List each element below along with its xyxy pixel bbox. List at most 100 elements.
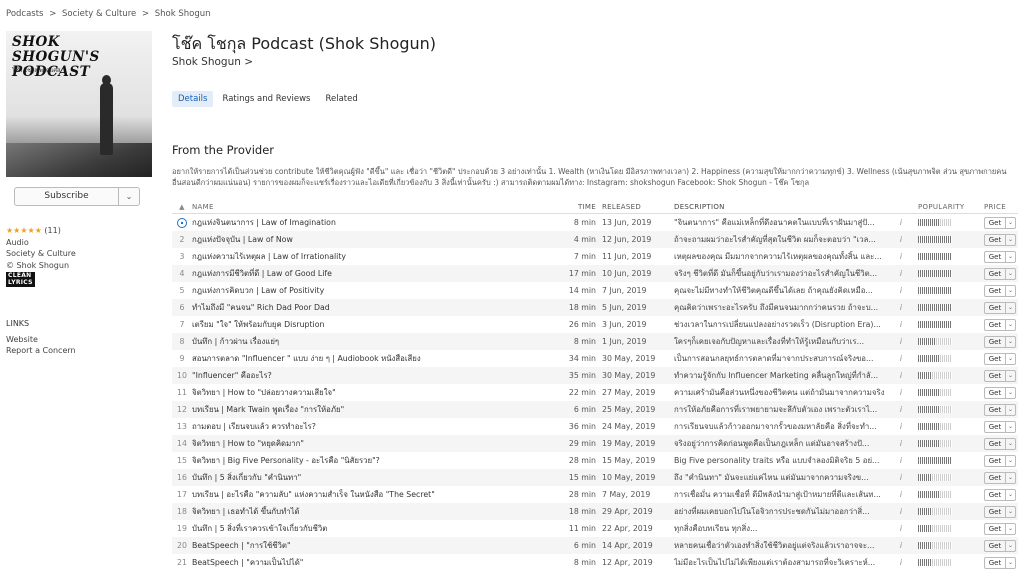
table-row[interactable]: 2 กฎแห่งปัจจุบัน | Law of Now 4 min 12 Jun,… — [172, 231, 1018, 248]
info-icon[interactable]: i — [884, 405, 918, 414]
play-icon[interactable] — [177, 217, 187, 228]
report-concern-link[interactable]: Report a Concern — [6, 345, 76, 356]
table-row[interactable]: 4 กฎแห่งการมีชีวิตที่ดี | Law of Good Lif… — [172, 265, 1018, 282]
table-row[interactable]: 8 บันทึก | ก้าวผ่าน เรื่องแย่ๆ 8 min 1 Jun,… — [172, 333, 1018, 350]
get-dropdown-icon[interactable]: ⌄ — [1006, 541, 1015, 551]
info-icon[interactable]: i — [884, 303, 918, 312]
info-icon[interactable]: i — [884, 524, 918, 533]
now-playing-cell[interactable] — [172, 217, 192, 228]
info-icon[interactable]: i — [884, 422, 918, 431]
get-dropdown-icon[interactable]: ⌄ — [1006, 303, 1015, 313]
column-header-price[interactable]: PRICE — [984, 203, 1018, 211]
get-dropdown-icon[interactable]: ⌄ — [1006, 252, 1015, 262]
get-button[interactable]: Get — [985, 540, 1006, 551]
tab-details[interactable]: Details — [172, 91, 214, 107]
get-button[interactable]: Get — [985, 489, 1006, 500]
info-icon[interactable]: i — [884, 507, 918, 516]
episode-name[interactable]: "Influencer" คืออะไร? — [192, 370, 542, 382]
episode-name[interactable]: จิตวิทยา | How to "หยุดคิดมาก" — [192, 438, 542, 450]
get-dropdown-icon[interactable]: ⌄ — [1006, 354, 1015, 364]
get-dropdown-icon[interactable]: ⌄ — [1006, 422, 1015, 432]
website-link[interactable]: Website — [6, 334, 76, 345]
get-button[interactable]: Get — [985, 557, 1006, 568]
info-icon[interactable]: i — [884, 320, 918, 329]
episode-name[interactable]: บันทึก | 5 สิ่งเกี่ยวกับ "คำนินทา" — [192, 472, 542, 484]
get-button[interactable]: Get — [985, 234, 1006, 245]
episode-name[interactable]: สอนการตลาด "Influencer " แบบ ง่าย ๆ | Au… — [192, 353, 542, 365]
table-row[interactable]: 18 จิตวิทยา | เธอทำได้ ขึ้นกับทำได้ 18 min… — [172, 503, 1018, 520]
table-row[interactable]: 10 "Influencer" คืออะไร? 35 min 30 May, 201… — [172, 367, 1018, 384]
column-header-released[interactable]: RELEASED — [602, 203, 674, 211]
tab-related[interactable]: Related — [319, 91, 363, 107]
episode-name[interactable]: BeatSpeech | "การใช้ชีวิต" — [192, 540, 542, 552]
info-icon[interactable]: i — [884, 235, 918, 244]
get-button[interactable]: Get — [985, 217, 1006, 228]
get-dropdown-icon[interactable]: ⌄ — [1006, 490, 1015, 500]
get-button[interactable]: Get — [985, 302, 1006, 313]
get-dropdown-icon[interactable]: ⌄ — [1006, 405, 1015, 415]
table-row[interactable]: 14 จิตวิทยา | How to "หยุดคิดมาก" 29 min 19… — [172, 435, 1018, 452]
get-button[interactable]: Get — [985, 319, 1006, 330]
table-row[interactable]: 21 BeatSpeech | "ความเป็นไปได้" 8 min 12 Ap… — [172, 554, 1018, 571]
episode-name[interactable]: กฎแห่งความไร้เหตุผล | Law of Irrationali… — [192, 251, 542, 263]
get-dropdown-icon[interactable]: ⌄ — [1006, 507, 1015, 517]
table-row[interactable]: กฎแห่งจินตนาการ | Law of Imagination 8 mi… — [172, 214, 1018, 231]
table-row[interactable]: 20 BeatSpeech | "การใช้ชีวิต" 6 min 14 Apr,… — [172, 537, 1018, 554]
get-dropdown-icon[interactable]: ⌄ — [1006, 218, 1015, 228]
info-icon[interactable]: i — [884, 371, 918, 380]
get-dropdown-icon[interactable]: ⌄ — [1006, 337, 1015, 347]
column-header-time[interactable]: TIME — [542, 203, 602, 211]
table-row[interactable]: 15 จิตวิทยา | Big Five Personality - อะไร… — [172, 452, 1018, 469]
info-icon[interactable]: i — [884, 490, 918, 499]
tab-ratings-reviews[interactable]: Ratings and Reviews — [216, 91, 316, 107]
episode-name[interactable]: ทำไมถึงมี "คนจน" Rich Dad Poor Dad — [192, 302, 542, 314]
get-button[interactable]: Get — [985, 268, 1006, 279]
get-dropdown-icon[interactable]: ⌄ — [1006, 286, 1015, 296]
column-header-name[interactable]: NAME — [192, 203, 542, 211]
episode-name[interactable]: จิตวิทยา | How to "ปล่อยวางความเสียใจ" — [192, 387, 542, 399]
info-icon[interactable]: i — [884, 286, 918, 295]
get-dropdown-icon[interactable]: ⌄ — [1006, 388, 1015, 398]
get-dropdown-icon[interactable]: ⌄ — [1006, 439, 1015, 449]
get-button[interactable]: Get — [985, 285, 1006, 296]
episode-name[interactable]: กฎแห่งจินตนาการ | Law of Imagination — [192, 217, 542, 229]
info-icon[interactable]: i — [884, 218, 918, 227]
episode-name[interactable]: BeatSpeech | "ความเป็นไปได้" — [192, 557, 542, 569]
get-button[interactable]: Get — [985, 455, 1006, 466]
get-button[interactable]: Get — [985, 336, 1006, 347]
table-row[interactable]: 5 กฎแห่งการคิดบวก | Law of Positivity 14 m… — [172, 282, 1018, 299]
info-icon[interactable]: i — [884, 473, 918, 482]
table-row[interactable]: 19 บันทึก | 5 สิ่งที่เราควรเข้าใจเกี่ยวกั… — [172, 520, 1018, 537]
table-row[interactable]: 3 กฎแห่งความไร้เหตุผล | Law of Irrational… — [172, 248, 1018, 265]
get-button[interactable]: Get — [985, 506, 1006, 517]
breadcrumb-podcasts[interactable]: Podcasts — [6, 9, 44, 19]
get-button[interactable]: Get — [985, 523, 1006, 534]
table-row[interactable]: 13 ถามตอบ | เรียนจบแล้ว ควรทำอะไร? 36 min 2… — [172, 418, 1018, 435]
get-button[interactable]: Get — [985, 353, 1006, 364]
column-header-popularity[interactable]: POPULARITY — [918, 203, 984, 211]
get-button[interactable]: Get — [985, 438, 1006, 449]
episode-name[interactable]: บทเรียน | อะไรคือ "ความลับ" แห่งความสำเร… — [192, 489, 542, 501]
sort-icon[interactable]: ▲ — [172, 203, 192, 211]
get-button[interactable]: Get — [985, 404, 1006, 415]
breadcrumb-society-culture[interactable]: Society & Culture — [62, 9, 136, 19]
info-icon[interactable]: i — [884, 558, 918, 567]
table-row[interactable]: 12 บทเรียน | Mark Twain พูดเรื่อง "การให้… — [172, 401, 1018, 418]
get-dropdown-icon[interactable]: ⌄ — [1006, 473, 1015, 483]
info-icon[interactable]: i — [884, 269, 918, 278]
table-row[interactable]: 7 เตรียม "ใจ" ให้พร้อมกับยุค Disruption 26… — [172, 316, 1018, 333]
info-icon[interactable]: i — [884, 354, 918, 363]
table-row[interactable]: 16 บันทึก | 5 สิ่งเกี่ยวกับ "คำนินทา" 15 m… — [172, 469, 1018, 486]
table-row[interactable]: 17 บทเรียน | อะไรคือ "ความลับ" แห่งความสำ… — [172, 486, 1018, 503]
episode-name[interactable]: กฎแห่งการคิดบวก | Law of Positivity — [192, 285, 542, 297]
table-row[interactable]: 9 สอนการตลาด "Influencer " แบบ ง่าย ๆ | A… — [172, 350, 1018, 367]
get-button[interactable]: Get — [985, 251, 1006, 262]
subscribe-button[interactable]: Subscribe — [15, 188, 119, 205]
table-row[interactable]: 6 ทำไมถึงมี "คนจน" Rich Dad Poor Dad 18 mi… — [172, 299, 1018, 316]
info-icon[interactable]: i — [884, 439, 918, 448]
info-icon[interactable]: i — [884, 337, 918, 346]
get-button[interactable]: Get — [985, 472, 1006, 483]
info-icon[interactable]: i — [884, 388, 918, 397]
episode-name[interactable]: จิตวิทยา | Big Five Personality - อะไรคื… — [192, 455, 542, 467]
get-button[interactable]: Get — [985, 387, 1006, 398]
